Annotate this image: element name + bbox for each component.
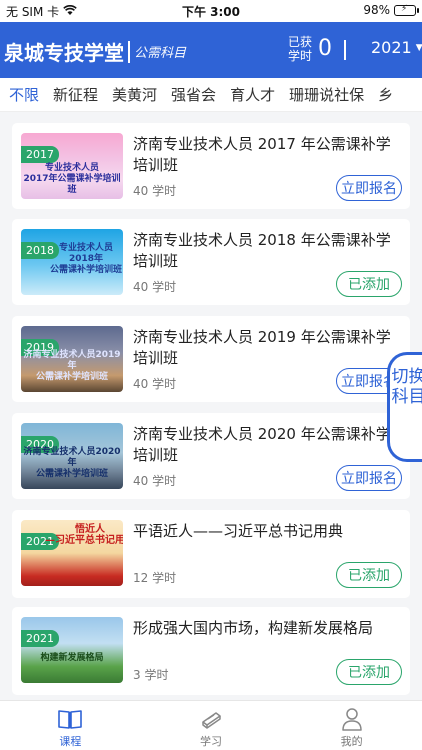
signup-button[interactable]: 立即报名 xyxy=(336,465,402,491)
course-hours: 3 学时 xyxy=(133,668,169,682)
course-title: 济南专业技术人员 2020 年公需课补学培训班 xyxy=(133,425,391,464)
course-card[interactable]: 2020 济南专业技术人员2020年 公需课补学培训班 济南专业技术人员 202… xyxy=(12,413,410,499)
thumbnail-caption: 悟近人 —习近平总书记用典 xyxy=(45,524,123,546)
course-thumbnail: 2020 济南专业技术人员2020年 公需课补学培训班 xyxy=(21,423,123,489)
course-thumbnail: 2021 构建新发展格局 xyxy=(21,617,123,683)
switch-subject-button[interactable]: 切换科目 xyxy=(387,352,422,462)
course-title: 形成强大国内市场，构建新发展格局 xyxy=(133,619,374,637)
course-hours: 40 学时 xyxy=(133,184,177,198)
added-button[interactable]: 已添加 xyxy=(336,562,402,588)
thumbnail-caption: 济南专业技术人员2020年 公需课补学培训班 xyxy=(23,447,121,479)
course-card[interactable]: 2018 专业技术人员 2018年 公需课补学培训班 济南专业技术人员 2018… xyxy=(12,219,410,305)
thumbnail-caption: 专业技术人员 2017年公需课补学培训班 xyxy=(23,163,121,195)
bottom-nav: 课程 学习 我的 xyxy=(0,700,422,750)
course-thumbnail: 2018 专业技术人员 2018年 公需课补学培训班 xyxy=(21,229,123,295)
year-badge: 2017 xyxy=(21,146,59,163)
user-icon xyxy=(341,708,362,731)
nav-label: 课程 xyxy=(59,735,82,748)
brand-title: 泉城专技学堂 xyxy=(4,41,124,65)
app-header: 泉城专技学堂 公需科目 已获学时 0 2021 ▼ xyxy=(0,22,422,78)
course-hours: 40 学时 xyxy=(133,474,177,488)
tab-talent[interactable]: 育人才 xyxy=(223,84,282,105)
added-button[interactable]: 已添加 xyxy=(336,271,402,297)
brand-divider xyxy=(128,40,130,63)
course-title: 平语近人——习近平总书记用典 xyxy=(133,522,344,540)
tab-strong-capital[interactable]: 强省会 xyxy=(164,84,223,105)
course-card[interactable]: 2019 济南专业技术人员2019年 公需课补学培训班 济南专业技术人员 201… xyxy=(12,316,410,402)
year-value: 2021 xyxy=(371,38,412,57)
header-divider xyxy=(344,40,346,60)
battery-percent: 98% xyxy=(363,3,390,17)
course-thumbnail: 2017 专业技术人员 2017年公需课补学培训班 xyxy=(21,133,123,199)
brand: 泉城专技学堂 公需科目 xyxy=(4,37,186,66)
thumbnail-caption: 济南专业技术人员2019年 公需课补学培训班 xyxy=(23,350,121,382)
course-hours: 12 学时 xyxy=(133,571,177,585)
tab-yellow-river[interactable]: 美黄河 xyxy=(105,84,164,105)
course-hours: 40 学时 xyxy=(133,280,177,294)
course-title: 济南专业技术人员 2019 年公需课补学培训班 xyxy=(133,328,391,367)
thumbnail-caption: 专业技术人员 2018年 公需课补学培训班 xyxy=(49,243,122,275)
year-selector[interactable]: 2021 ▼ xyxy=(371,38,422,57)
category-tabs: 不限 新征程 美黄河 强省会 育人才 珊珊说社保 乡 xyxy=(0,78,422,112)
book-icon xyxy=(58,710,83,729)
signup-button[interactable]: 立即报名 xyxy=(336,175,402,201)
battery-icon xyxy=(394,4,419,16)
status-time: 下午 3:00 xyxy=(181,5,241,19)
course-hours: 40 学时 xyxy=(133,377,177,391)
tab-unlimited[interactable]: 不限 xyxy=(0,84,46,105)
brand-subtitle: 公需科目 xyxy=(134,46,187,61)
course-thumbnail: 2019 济南专业技术人员2019年 公需课补学培训班 xyxy=(21,326,123,392)
earned-hours-label: 已获学时 xyxy=(287,35,312,63)
added-button[interactable]: 已添加 xyxy=(336,659,402,685)
status-bar: 无 SIM 卡 下午 3:00 98% xyxy=(0,0,422,22)
tab-social-security[interactable]: 珊珊说社保 xyxy=(282,84,371,105)
course-card[interactable]: 2021 构建新发展格局 形成强大国内市场，构建新发展格局 3 学时 已添加 xyxy=(12,607,410,695)
nav-label: 我的 xyxy=(340,735,363,748)
books-stack-icon xyxy=(202,712,221,729)
nav-profile[interactable]: 我的 xyxy=(281,701,422,750)
caret-down-icon: ▼ xyxy=(415,42,422,53)
nav-study[interactable]: 学习 xyxy=(141,701,282,750)
course-thumbnail: 2021 悟近人 —习近平总书记用典 xyxy=(21,520,123,586)
tab-new-journey[interactable]: 新征程 xyxy=(46,84,105,105)
thumbnail-caption: 构建新发展格局 xyxy=(40,653,104,663)
course-card[interactable]: 2017 专业技术人员 2017年公需课补学培训班 济南专业技术人员 2017 … xyxy=(12,123,410,209)
tab-rural[interactable]: 乡 xyxy=(371,84,400,105)
course-card[interactable]: 2021 悟近人 —习近平总书记用典 平语近人——习近平总书记用典 12 学时 … xyxy=(12,510,410,598)
nav-label: 学习 xyxy=(199,735,222,748)
year-badge: 2021 xyxy=(21,630,59,647)
nav-courses[interactable]: 课程 xyxy=(0,701,141,750)
course-title: 济南专业技术人员 2018 年公需课补学培训班 xyxy=(133,231,391,270)
earned-hours-value: 0 xyxy=(318,36,332,61)
course-title: 济南专业技术人员 2017 年公需课补学培训班 xyxy=(133,135,391,174)
